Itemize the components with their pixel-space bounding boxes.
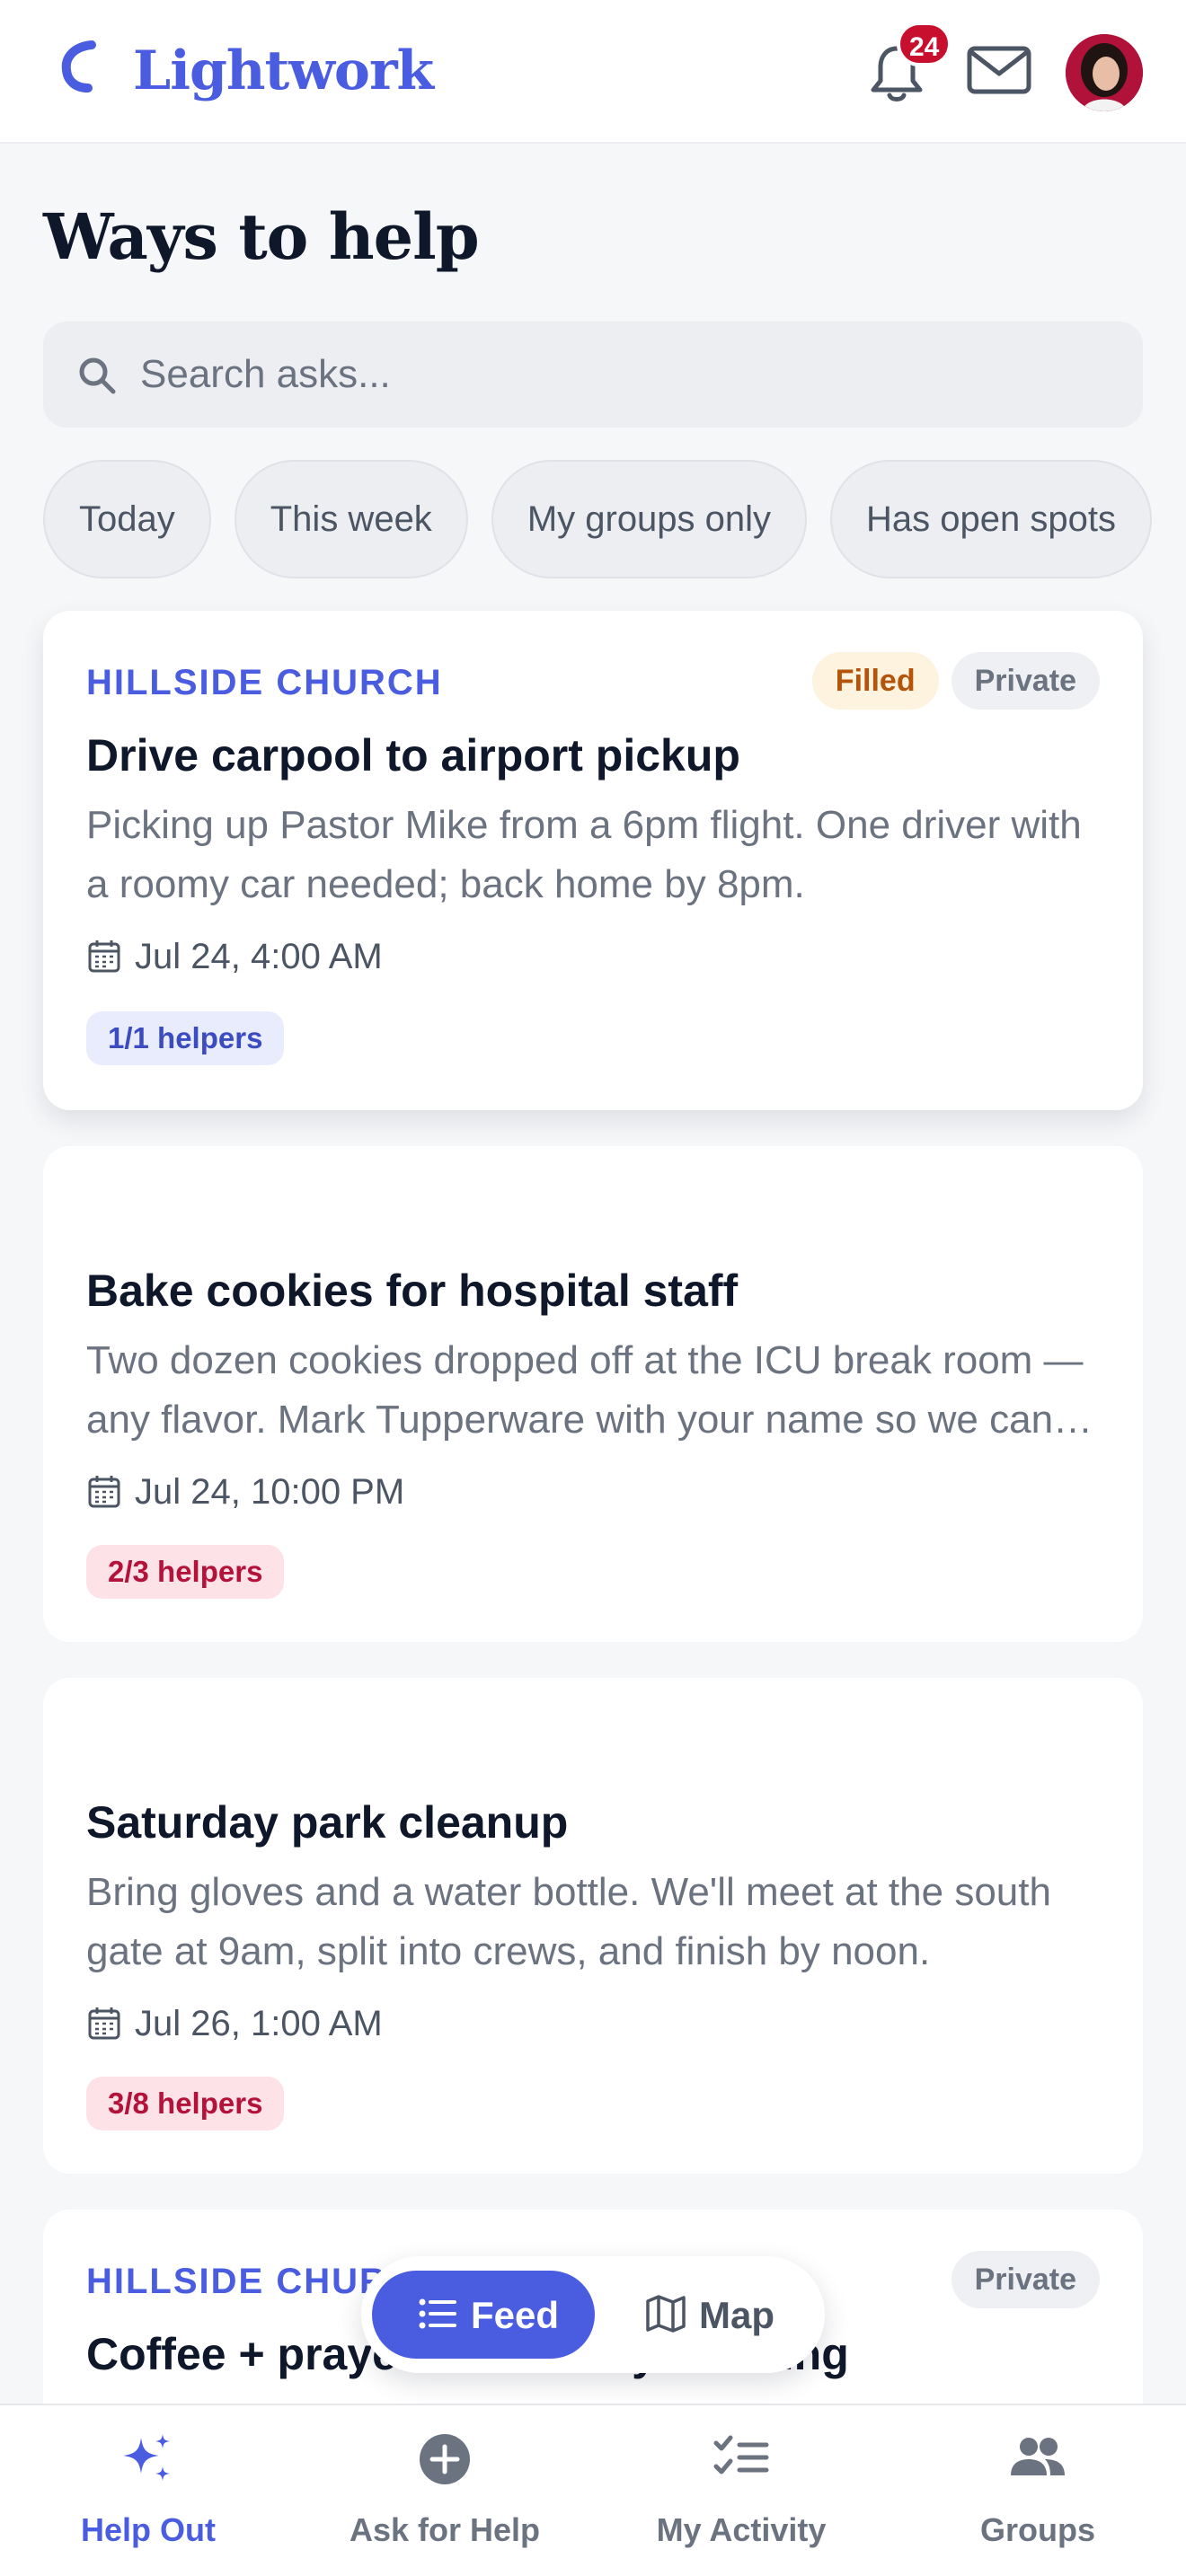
helpers-count-badge: 3/8 helpers [86, 2077, 285, 2130]
filter-chip-this-week[interactable]: This week [234, 460, 468, 578]
tab-groups[interactable]: Groups [890, 2405, 1186, 2576]
filter-chips: Today This week My groups only Has open … [43, 460, 1152, 578]
card-date: Jul 26, 1:00 AM [135, 2003, 383, 2043]
people-icon [1011, 2438, 1065, 2475]
notification-count-badge: 24 [897, 22, 952, 66]
search-bar[interactable] [43, 322, 1143, 428]
ask-card[interactable]: Saturday park cleanup Bring gloves and a… [43, 1678, 1143, 2174]
calendar-icon [88, 1476, 120, 1508]
private-badge: Private [951, 652, 1100, 710]
list-icon [419, 2298, 456, 2329]
filter-chip-my-groups-only[interactable]: My groups only [491, 460, 808, 578]
tab-label: Help Out [81, 2511, 216, 2548]
calendar-icon [88, 2007, 120, 2040]
bottom-tab-bar: Help Out Ask for Help My Activity Groups [0, 2404, 1186, 2576]
filter-chip-has-open-spots[interactable]: Has open spots [830, 460, 1152, 578]
card-tags: Private [951, 2251, 1100, 2308]
card-title: Saturday park cleanup [86, 1797, 569, 1848]
filled-badge: Filled [811, 652, 939, 710]
map-icon [646, 2295, 686, 2333]
search-input[interactable] [140, 343, 1111, 406]
feed-view-button[interactable]: Feed [372, 2271, 595, 2359]
user-avatar[interactable] [1066, 34, 1143, 111]
view-toggle: Feed Map [361, 2256, 825, 2373]
card-description: Bring gloves and a water bottle. We'll m… [86, 1870, 1051, 1973]
ask-card[interactable]: Bake cookies for hospital staff Two doze… [43, 1146, 1143, 1642]
page-title: Ways to help [43, 199, 480, 274]
search-icon [79, 357, 116, 394]
card-date: Jul 24, 4:00 AM [135, 936, 383, 976]
helpers-count-badge: 2/3 helpers [86, 1545, 285, 1599]
brand-name[interactable]: Lightwork [133, 40, 434, 102]
tab-label: Groups [979, 2511, 1095, 2548]
card-description: Picking up Pastor Mike from a 6pm flight… [86, 803, 1082, 906]
card-description: Two dozen cookies dropped off at the ICU… [86, 1338, 1084, 1442]
tab-my-activity[interactable]: My Activity [593, 2405, 890, 2576]
tab-label: My Activity [656, 2511, 827, 2548]
tab-label: Ask for Help [349, 2511, 541, 2548]
tab-ask-for-help[interactable]: Ask for Help [296, 2405, 593, 2576]
mail-icon[interactable] [965, 41, 1033, 101]
filter-chip-today[interactable]: Today [43, 460, 211, 578]
private-badge: Private [951, 2251, 1100, 2308]
tab-help-out[interactable]: Help Out [0, 2405, 296, 2576]
card-title: Bake cookies for hospital staff [86, 1266, 739, 1316]
map-label: Map [699, 2294, 774, 2336]
plus-circle-icon [420, 2434, 470, 2484]
helpers-count-badge: 1/1 helpers [86, 1011, 285, 1065]
top-bar: Lightwork 24 [0, 0, 1186, 144]
card-group-label: HILLSIDE CHURCH [86, 663, 443, 702]
card-date-row: Jul 24, 4:00 AM [86, 934, 383, 979]
calendar-icon [88, 940, 120, 973]
ask-card[interactable]: HILLSIDE CHURCH Filled Private Drive car… [43, 611, 1143, 1110]
card-date-row: Jul 26, 1:00 AM [86, 2001, 383, 2046]
crescent-logo-icon [61, 40, 96, 93]
card-date-row: Jul 24, 10:00 PM [86, 1469, 404, 1514]
map-view-button[interactable]: Map [631, 2271, 807, 2359]
card-date: Jul 24, 10:00 PM [135, 1471, 405, 1512]
checklist-icon [713, 2435, 769, 2475]
feed-label: Feed [471, 2294, 560, 2336]
card-tags: Filled Private [811, 652, 1100, 710]
sparkles-icon [123, 2434, 170, 2481]
card-title: Drive carpool to airport pickup [86, 730, 740, 781]
avatar-portrait-icon [1066, 34, 1143, 111]
